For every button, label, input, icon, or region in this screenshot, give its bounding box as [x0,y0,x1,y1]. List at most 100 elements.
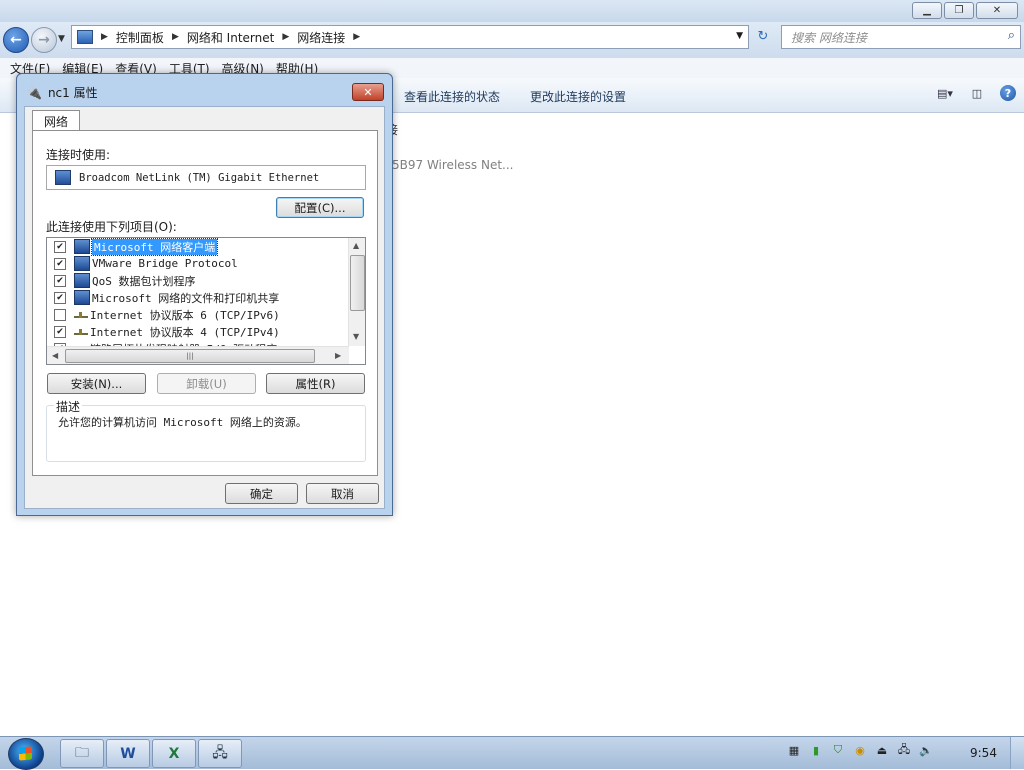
volume-icon[interactable]: 🔈 [919,743,933,757]
network-adapter-icon: 🔌 [27,85,42,100]
breadcrumb-separator-icon[interactable]: ▶ [353,32,360,42]
item-checkbox[interactable] [54,308,66,321]
restore-button[interactable]: ❐ [944,2,974,19]
recent-pages-dropdown-icon[interactable]: ▼ [58,34,65,44]
scroll-up-icon[interactable]: ▲ [353,241,359,250]
tab-network[interactable]: 网络 [32,110,80,131]
vertical-scrollbar[interactable]: ▲ ▼ [348,238,365,346]
network-adapter-icon [55,170,71,185]
description-label: 描述 [54,398,83,415]
show-desktop-button[interactable] [1010,737,1024,769]
configure-button[interactable]: 配置(C)... [276,197,364,218]
item-checkbox[interactable]: ✔ [54,274,66,287]
close-window-button[interactable]: ✕ [976,2,1018,19]
breadcrumb-separator-icon[interactable]: ▶ [282,32,289,42]
item-checkbox[interactable]: ✔ [54,325,66,338]
close-icon: ✕ [363,85,373,99]
list-item[interactable]: ✔ Internet 协议版本 4 (TCP/IPv4) [47,323,280,340]
uninstall-button[interactable]: 卸载(U) [157,373,256,394]
list-item[interactable]: ✔ Microsoft 网络客户端 [47,238,219,256]
components-list[interactable]: ✔ Microsoft 网络客户端 ✔ VMware Bridge Protoc… [46,237,366,365]
dialog-close-button[interactable]: ✕ [352,83,384,101]
vertical-scroll-thumb[interactable] [350,255,365,311]
dialog-title: nc1 属性 [47,86,98,100]
refresh-icon: ↻ [757,28,769,44]
wireless-adapter-partial[interactable]: 5B97 Wireless Net... [392,158,513,172]
battery-icon[interactable]: ▮ [809,743,823,757]
change-view-icon[interactable]: ▤▾ [936,85,954,101]
scroll-down-icon[interactable]: ▼ [353,332,359,341]
list-item[interactable]: ✔ VMware Bridge Protocol [47,255,238,272]
preview-pane-icon[interactable]: ◫ [968,85,986,101]
back-button[interactable]: ← [3,27,29,53]
network-service-icon [74,273,90,288]
properties-dialog: 🔌 nc1 属性 ✕ 网络 连接时使用: Broadcom NetLink (T… [16,73,393,516]
search-placeholder: 搜索 网络连接 [791,30,867,45]
view-status-command[interactable]: 查看此连接的状态 [404,88,500,105]
control-panel-icon [77,30,93,44]
taskbar-explorer[interactable]: 🗀 [60,739,104,768]
adapter-name: Broadcom NetLink (TM) Gigabit Ethernet [79,171,320,184]
film-icon[interactable]: ▦ [787,743,801,757]
address-dropdown-icon[interactable]: ▼ [736,31,743,41]
item-checkbox[interactable]: ✔ [54,257,66,270]
back-arrow-icon: ← [10,32,22,48]
taskbar-word[interactable]: W [106,739,150,768]
list-item[interactable]: ✔ QoS 数据包计划程序 [47,272,196,289]
minimize-button[interactable]: ▁ [912,2,942,19]
horizontal-scrollbar[interactable]: ◀ ||| ▶ [47,346,349,364]
network-icon[interactable]: 🖧 [897,743,911,757]
scroll-right-icon[interactable]: ▶ [335,351,341,360]
clock[interactable]: 9:54 [970,746,997,760]
adapter-field: Broadcom NetLink (TM) Gigabit Ethernet [46,165,366,190]
item-label: Internet 协议版本 4 (TCP/IPv4) [90,325,280,339]
description-group: 描述 允许您的计算机访问 Microsoft 网络上的资源。 [46,398,366,462]
taskbar: 🗀 W X 🖧 ▦ ▮ ⛉ ◉ ⏏ 🖧 🔈 9:54 [0,736,1024,770]
taskbar-network-connections[interactable]: 🖧 [198,739,242,768]
minimize-icon: ▁ [923,5,931,16]
refresh-button[interactable]: ↻ [752,26,774,46]
item-label: QoS 数据包计划程序 [92,274,196,288]
breadcrumb-separator-icon[interactable]: ▶ [101,32,108,42]
taskbar-excel[interactable]: X [152,739,196,768]
search-icon[interactable]: ⌕ [1008,28,1015,43]
properties-button[interactable]: 属性(R) [266,373,365,394]
item-label: Microsoft 网络的文件和打印机共享 [92,291,280,305]
network-service-icon [74,290,90,305]
network-service-icon [74,256,90,271]
usb-icon[interactable]: ⏏ [875,743,889,757]
excel-icon: X [168,745,180,762]
shield-icon[interactable]: ⛉ [831,743,845,757]
list-item[interactable]: ✔ Microsoft 网络的文件和打印机共享 [47,289,279,306]
help-icon[interactable]: ? [1000,85,1016,101]
dialog-body: 网络 连接时使用: Broadcom NetLink (TM) Gigabit … [24,106,385,509]
breadcrumb: ▶ 控制面板 ▶ 网络和 Internet ▶ 网络连接 ▶ [101,29,360,46]
search-input[interactable]: 搜索 网络连接 ⌕ [781,25,1021,49]
restore-icon: ❐ [954,5,964,16]
install-button[interactable]: 安装(N)... [47,373,146,394]
system-tray: ▦ ▮ ⛉ ◉ ⏏ 🖧 🔈 [787,743,933,757]
item-checkbox[interactable]: ✔ [54,291,66,304]
start-button[interactable] [8,738,44,770]
protocol-icon [74,325,88,338]
breadcrumb-item[interactable]: 控制面板 [116,29,164,46]
breadcrumb-item[interactable]: 网络和 Internet [187,29,274,46]
breadcrumb-item[interactable]: 网络连接 [297,29,345,46]
explorer-icon: 🗀 [75,744,89,761]
ok-button[interactable]: 确定 [225,483,298,504]
cancel-button[interactable]: 取消 [306,483,379,504]
security-icon[interactable]: ◉ [853,743,867,757]
items-label: 此连接使用下列项目(O): [46,220,177,234]
scroll-left-icon[interactable]: ◀ [52,351,58,360]
word-icon: W [120,745,136,762]
item-label: Internet 协议版本 6 (TCP/IPv6) [90,308,280,322]
item-label: Microsoft 网络客户端 [90,238,219,256]
list-item[interactable]: Internet 协议版本 6 (TCP/IPv6) [47,306,280,323]
item-checkbox[interactable]: ✔ [54,240,66,253]
forward-button[interactable]: → [31,27,57,53]
breadcrumb-separator-icon[interactable]: ▶ [172,32,179,42]
horizontal-scroll-thumb[interactable]: ||| [65,349,315,363]
forward-arrow-icon: → [38,32,50,48]
change-settings-command[interactable]: 更改此连接的设置 [530,88,626,105]
address-bar[interactable]: ▶ 控制面板 ▶ 网络和 Internet ▶ 网络连接 ▶ ▼ [71,25,749,49]
